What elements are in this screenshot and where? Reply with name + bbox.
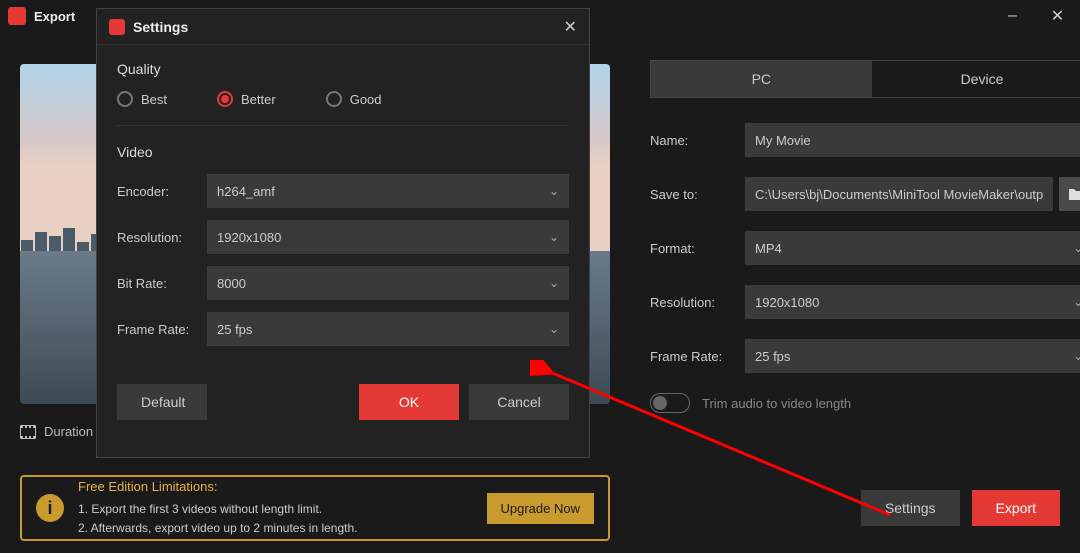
resolution-label: Resolution: [650, 295, 745, 310]
dlg-framerate-select[interactable]: 25 fps⌄ [207, 312, 569, 346]
tab-pc[interactable]: PC [651, 61, 872, 97]
dialog-app-icon [109, 19, 125, 35]
dlg-resolution-select[interactable]: 1920x1080⌄ [207, 220, 569, 254]
default-button[interactable]: Default [117, 384, 207, 420]
settings-button[interactable]: Settings [861, 490, 960, 526]
tab-device[interactable]: Device [872, 61, 1080, 97]
cancel-button[interactable]: Cancel [469, 384, 569, 420]
chevron-down-icon: ⌄ [549, 184, 559, 198]
dlg-resolution-label: Resolution: [117, 230, 207, 245]
close-button[interactable]: ✕ [1035, 0, 1080, 32]
framerate-label: Frame Rate: [650, 349, 745, 364]
encoder-label: Encoder: [117, 184, 207, 199]
quality-option-good[interactable]: Good [326, 91, 382, 107]
trim-audio-label: Trim audio to video length [702, 396, 851, 411]
limitations-banner: i Free Edition Limitations: 1. Export th… [20, 475, 610, 541]
chevron-down-icon: ⌄ [1073, 349, 1080, 363]
minimize-button[interactable]: – [990, 0, 1035, 32]
quality-option-better[interactable]: Better [217, 91, 276, 107]
saveto-input[interactable]: C:\Users\bj\Documents\MiniTool MovieMake… [745, 177, 1053, 211]
duration-icon [20, 425, 36, 439]
dialog-title: Settings [133, 19, 188, 35]
info-icon: i [36, 494, 64, 522]
limitations-line2: 2. Afterwards, export video up to 2 minu… [78, 519, 473, 538]
chevron-down-icon: ⌄ [549, 276, 559, 290]
trim-audio-toggle[interactable] [650, 393, 690, 413]
framerate-select[interactable]: 25 fps⌄ [745, 339, 1080, 373]
limitations-title: Free Edition Limitations: [78, 477, 473, 498]
encoder-select[interactable]: h264_amf⌄ [207, 174, 569, 208]
chevron-down-icon: ⌄ [549, 230, 559, 244]
limitations-line1: 1. Export the first 3 videos without len… [78, 500, 473, 519]
ok-button[interactable]: OK [359, 384, 459, 420]
format-label: Format: [650, 241, 745, 256]
radio-icon [217, 91, 233, 107]
duration-label: Duration [44, 424, 93, 439]
folder-icon [1068, 187, 1080, 201]
settings-dialog: Settings ✕ Quality Best Better Good Vide… [96, 8, 590, 458]
export-button[interactable]: Export [972, 490, 1060, 526]
format-select[interactable]: MP4⌄ [745, 231, 1080, 265]
quality-section-title: Quality [117, 61, 569, 77]
radio-icon [326, 91, 342, 107]
quality-option-best[interactable]: Best [117, 91, 167, 107]
app-icon [8, 7, 26, 25]
export-target-tabs: PC Device [650, 60, 1080, 98]
browse-folder-button[interactable] [1059, 177, 1080, 211]
chevron-down-icon: ⌄ [549, 322, 559, 336]
dlg-framerate-label: Frame Rate: [117, 322, 207, 337]
bitrate-label: Bit Rate: [117, 276, 207, 291]
upgrade-button[interactable]: Upgrade Now [487, 493, 595, 524]
resolution-select[interactable]: 1920x1080⌄ [745, 285, 1080, 319]
window-title: Export [34, 9, 75, 24]
radio-icon [117, 91, 133, 107]
chevron-down-icon: ⌄ [1073, 241, 1080, 255]
dialog-close-button[interactable]: ✕ [564, 17, 577, 37]
video-section-title: Video [117, 144, 569, 160]
name-input[interactable]: My Movie [745, 123, 1080, 157]
chevron-down-icon: ⌄ [1073, 295, 1080, 309]
name-label: Name: [650, 133, 745, 148]
bitrate-select[interactable]: 8000⌄ [207, 266, 569, 300]
saveto-label: Save to: [650, 187, 745, 202]
